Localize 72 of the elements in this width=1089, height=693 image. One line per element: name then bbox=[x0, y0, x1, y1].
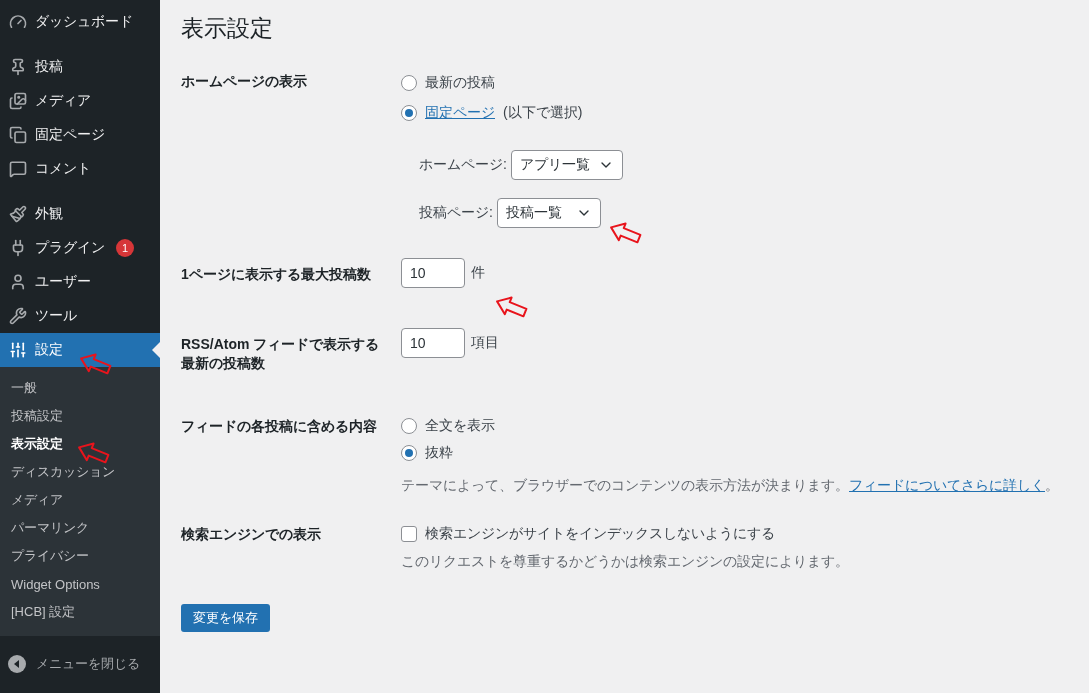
radio-option[interactable]: 抜粋 bbox=[401, 439, 1059, 467]
count-badge: 1 bbox=[116, 239, 134, 257]
menu-label: プラグイン bbox=[35, 239, 105, 257]
setting-label: RSS/Atom フィードで表示する最新の投稿数 bbox=[181, 335, 381, 373]
radio-option[interactable]: 固定ページ (以下で選択) bbox=[401, 98, 623, 128]
radio-button[interactable] bbox=[401, 75, 417, 91]
option-label: 検索エンジンがサイトをインデックスしないようにする bbox=[425, 524, 775, 543]
radio-button[interactable] bbox=[401, 105, 417, 121]
menu-label: ツール bbox=[35, 307, 77, 325]
learn-more-link[interactable]: フィードについてさらに詳しく bbox=[849, 476, 1045, 493]
select-label: ホームページ: bbox=[419, 156, 507, 174]
number-input[interactable]: 10 bbox=[401, 258, 465, 288]
option-label: 全文を表示 bbox=[425, 417, 495, 436]
unit-label: 項目 bbox=[471, 334, 499, 352]
menu-icon bbox=[8, 204, 28, 224]
sidebar-item[interactable]: 投稿 bbox=[0, 50, 160, 84]
setting-label: 検索エンジンでの表示 bbox=[181, 524, 322, 544]
collapse-menu-link[interactable]: メニューを閉じる bbox=[0, 647, 160, 681]
menu-label: ダッシュボード bbox=[35, 13, 133, 31]
sidebar-item[interactable]: メディア bbox=[0, 84, 160, 118]
menu-label: 設定 bbox=[35, 341, 63, 359]
submenu-item[interactable]: 表示設定 bbox=[0, 430, 160, 458]
menu-label: 外観 bbox=[35, 205, 63, 223]
menu-label: コメント bbox=[35, 160, 91, 178]
submenu-item[interactable]: ディスカッション bbox=[0, 458, 160, 486]
sidebar-item[interactable]: 固定ページ bbox=[0, 118, 160, 152]
sidebar-item[interactable]: コメント bbox=[0, 152, 160, 186]
page-title: 表示設定 bbox=[181, 14, 274, 43]
setting-label: ホームページの表示 bbox=[181, 72, 308, 91]
submenu-item[interactable]: 投稿設定 bbox=[0, 402, 160, 430]
sidebar-item[interactable]: ツール bbox=[0, 299, 160, 333]
collapse-icon bbox=[8, 655, 26, 673]
submenu-item[interactable]: パーマリンク bbox=[0, 514, 160, 542]
menu-label: 投稿 bbox=[35, 58, 63, 76]
option-label: 抜粋 bbox=[425, 444, 453, 463]
submenu-item[interactable]: Widget Options bbox=[0, 570, 160, 598]
menu-icon bbox=[8, 91, 28, 111]
radio-option[interactable]: 全文を表示 bbox=[401, 412, 1059, 440]
radio-option[interactable]: 最新の投稿 bbox=[401, 68, 623, 98]
unit-label: 件 bbox=[471, 264, 485, 282]
number-input[interactable]: 10 bbox=[401, 328, 465, 358]
sidebar-item[interactable]: 外観 bbox=[0, 197, 160, 231]
sidebar-item[interactable]: ダッシュボード bbox=[0, 5, 160, 39]
submenu-item[interactable]: プライバシー bbox=[0, 542, 160, 570]
menu-icon bbox=[8, 125, 28, 145]
menu-label: メディア bbox=[35, 92, 91, 110]
radio-button[interactable] bbox=[401, 418, 417, 435]
checkbox-option[interactable]: 検索エンジンがサイトをインデックスしないようにする bbox=[401, 524, 849, 543]
help-text: このリクエストを尊重するかどうかは検索エンジンの設定によります。 bbox=[401, 552, 849, 571]
setting-label: 1ページに表示する最大投稿数 bbox=[181, 265, 372, 284]
option-label: (以下で選択) bbox=[503, 104, 583, 122]
save-button[interactable]: 変更を保存 bbox=[181, 603, 270, 632]
radio-button[interactable] bbox=[401, 445, 417, 462]
page-link[interactable]: 固定ページ bbox=[425, 104, 495, 122]
submenu-item[interactable]: [HCB] 設定 bbox=[0, 598, 160, 626]
help-text: テーマによって、ブラウザーでのコンテンツの表示方法が決まります。フィードについてさらに詳しく。 bbox=[401, 476, 1059, 495]
setting-label: フィードの各投稿に含める内容 bbox=[181, 416, 378, 436]
sidebar-item[interactable]: 設定 bbox=[0, 333, 160, 367]
select-label: 投稿ページ: bbox=[419, 204, 493, 222]
sidebar-item[interactable]: プラグイン 1 bbox=[0, 231, 160, 265]
menu-icon bbox=[8, 306, 28, 326]
page-select[interactable]: アプリ一覧 bbox=[510, 150, 623, 180]
menu-icon bbox=[8, 159, 28, 179]
menu-label: ユーザー bbox=[35, 273, 91, 291]
submenu-item[interactable]: メディア bbox=[0, 486, 160, 514]
menu-icon bbox=[8, 340, 28, 360]
menu-label: 固定ページ bbox=[35, 126, 105, 144]
checkbox[interactable] bbox=[401, 525, 417, 542]
option-label: 最新の投稿 bbox=[425, 74, 495, 92]
sidebar-item[interactable]: ユーザー bbox=[0, 265, 160, 299]
submenu-item[interactable]: 一般 bbox=[0, 374, 160, 402]
page-select[interactable]: 投稿一覧 bbox=[496, 198, 601, 228]
